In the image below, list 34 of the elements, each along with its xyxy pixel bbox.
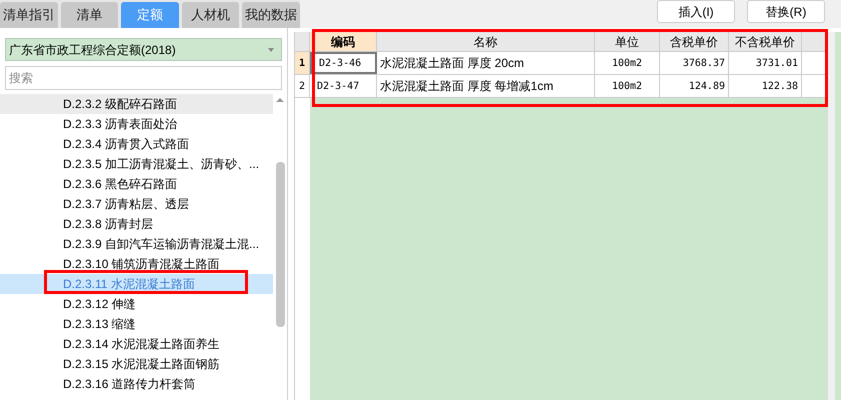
tab[interactable]: 清单指引: [0, 2, 58, 28]
tree-item[interactable]: D.2.3.16 道路传力杆套筒: [0, 374, 273, 394]
dropdown-caret-icon: [268, 48, 274, 52]
tree-item[interactable]: D.2.3.13 缩缝: [0, 314, 273, 334]
tab[interactable]: 清单: [60, 2, 118, 28]
tree-item[interactable]: D.2.3.8 沥青封层: [0, 214, 273, 234]
search-field[interactable]: 搜索: [5, 66, 282, 90]
tree-item[interactable]: D.2.3.6 黑色碎石路面: [0, 174, 273, 194]
tree-item[interactable]: D.2.3.12 伸缝: [0, 294, 273, 314]
toolbar-button[interactable]: 插入(I): [657, 0, 735, 23]
column-header[interactable]: 单位: [595, 32, 660, 51]
scroll-up-icon[interactable]: [276, 98, 284, 102]
column-header[interactable]: 名称: [377, 32, 595, 51]
scrollbar[interactable]: [827, 32, 835, 400]
tab[interactable]: 我的数据: [242, 2, 300, 28]
tree-item[interactable]: D.2.3.10 铺筑沥青混凝土路面: [0, 254, 273, 274]
tree-item[interactable]: D.2.3.7 沥青粘层、透层: [0, 194, 273, 214]
tree-item[interactable]: D.2.3.2 级配碎石路面: [0, 94, 273, 114]
table-cell: D2-3-46: [310, 52, 377, 74]
tree-item[interactable]: D.2.3.4 沥青贯入式路面: [0, 134, 273, 154]
column-header[interactable]: 含税单价: [660, 32, 729, 51]
tree-item[interactable]: D.2.3.5 加工沥青混凝土、沥青砂、...: [0, 154, 273, 174]
tree-item[interactable]: D.2.3.9 自卸汽车运输沥青混凝土混...: [0, 234, 273, 254]
tree-item[interactable]: D.2.3.3 沥青表面处治: [0, 114, 273, 134]
quota-dropdown[interactable]: 广东省市政工程综合定额(2018): [5, 38, 282, 61]
column-header[interactable]: 不含税单价: [729, 32, 802, 51]
toolbar-button[interactable]: 替换(R): [747, 0, 825, 23]
table-cell: 水泥混凝土路面 厚度 每增减1cm: [377, 75, 595, 97]
row-number[interactable]: 1: [295, 52, 310, 74]
tree-item[interactable]: D.2.3.15 水泥混凝土路面钢筋: [0, 354, 273, 374]
table-cell: 水泥混凝土路面 厚度 20cm: [377, 52, 595, 74]
tab[interactable]: 人材机: [182, 2, 240, 28]
column-header[interactable]: 编码: [310, 32, 377, 51]
tree-item[interactable]: D.2.3.14 水泥混凝土路面养生: [0, 334, 273, 354]
